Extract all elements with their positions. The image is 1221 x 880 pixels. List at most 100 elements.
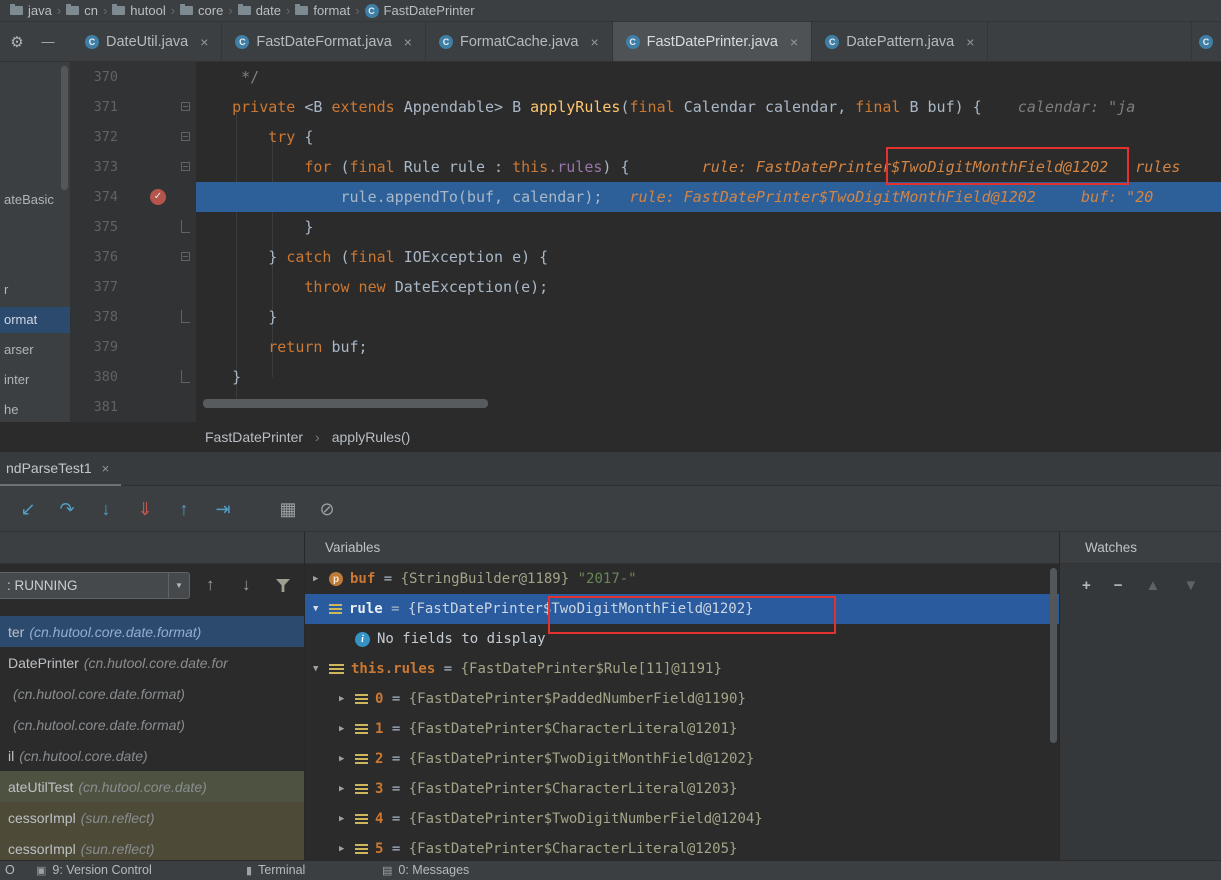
- variable-row[interactable]: ▶ 0 = {FastDatePrinter$PaddedNumberField@…: [305, 684, 1059, 714]
- remove-watch-icon[interactable]: −: [1114, 578, 1123, 594]
- step-over-icon[interactable]: ↷: [55, 497, 79, 521]
- fold-collapse-icon[interactable]: [181, 102, 190, 111]
- stack-frame-row[interactable]: DatePrinter (cn.hutool.core.date.for: [0, 647, 304, 678]
- stack-frame-row[interactable]: ter (cn.hutool.core.date.format): [0, 616, 304, 647]
- debug-session-tab[interactable]: ndParseTest1 ×: [0, 452, 122, 486]
- project-tree-item[interactable]: arser: [0, 337, 70, 363]
- gutter-area[interactable]: [118, 362, 196, 392]
- terminal-button[interactable]: ▮ Terminal: [246, 863, 305, 877]
- variable-row[interactable]: i No fields to display: [305, 624, 1059, 654]
- code-line[interactable]: 377 throw new DateException(e);: [70, 272, 1221, 302]
- fold-collapse-icon[interactable]: [181, 162, 190, 171]
- gutter-area[interactable]: [118, 62, 196, 92]
- gutter-area[interactable]: ✓: [118, 182, 196, 212]
- chevron-collapsed-icon[interactable]: ▶: [339, 844, 355, 854]
- gutter-area[interactable]: [118, 272, 196, 302]
- chevron-expanded-icon[interactable]: ▼: [313, 604, 329, 614]
- chevron-collapsed-icon[interactable]: ▶: [339, 694, 355, 704]
- chevron-expanded-icon[interactable]: ▼: [313, 664, 329, 674]
- code-line[interactable]: 375 }: [70, 212, 1221, 242]
- stack-frame-row[interactable]: cessorImpl (sun.reflect): [0, 833, 304, 860]
- editor-breadcrumb-item[interactable]: FastDatePrinter: [205, 429, 303, 445]
- gutter-area[interactable]: [118, 242, 196, 272]
- force-step-into-icon[interactable]: ⇓: [133, 497, 157, 521]
- project-tree-item[interactable]: inter: [0, 367, 70, 393]
- breadcrumb-item[interactable]: hutool: [110, 3, 167, 18]
- tab-close-icon[interactable]: ×: [966, 34, 974, 50]
- fold-collapse-icon[interactable]: [181, 252, 190, 261]
- editor-tab[interactable]: C FormatCache.java ×: [425, 22, 613, 61]
- step-out-icon[interactable]: ↑: [172, 497, 196, 521]
- gutter-area[interactable]: [118, 122, 196, 152]
- gutter-area[interactable]: [118, 92, 196, 122]
- project-tree-item[interactable]: r: [0, 277, 70, 303]
- breadcrumb-item[interactable]: format: [293, 3, 352, 18]
- code-line[interactable]: 376 } catch (final IOException e) {: [70, 242, 1221, 272]
- variable-row[interactable]: ▶ 5 = {FastDatePrinter$CharacterLiteral@1…: [305, 834, 1059, 860]
- tab-close-icon[interactable]: ×: [200, 34, 208, 50]
- project-scrollbar[interactable]: [61, 66, 68, 190]
- variable-row[interactable]: ▼ this.rules = {FastDatePrinter$Rule[11]@…: [305, 654, 1059, 684]
- gutter-area[interactable]: [118, 152, 196, 182]
- breadcrumb-item[interactable]: cn: [64, 3, 100, 18]
- tab-close-icon[interactable]: ×: [404, 34, 412, 50]
- chevron-collapsed-icon[interactable]: ▶: [339, 754, 355, 764]
- variable-row[interactable]: ▶ 2 = {FastDatePrinter$TwoDigitMonthField…: [305, 744, 1059, 774]
- chevron-collapsed-icon[interactable]: ▶: [313, 574, 329, 584]
- code-line[interactable]: 371 private <B extends Appendable> B app…: [70, 92, 1221, 122]
- code-line[interactable]: 370 */: [70, 62, 1221, 92]
- gutter-area[interactable]: [118, 212, 196, 242]
- tab-close-icon[interactable]: ×: [790, 34, 798, 50]
- stack-frame-row[interactable]: cessorImpl (sun.reflect): [0, 802, 304, 833]
- thread-dropdown[interactable]: : RUNNING ▼: [0, 572, 190, 599]
- code-line[interactable]: 373 for (final Rule rule : this.rules) {…: [70, 152, 1221, 182]
- breakpoint-icon[interactable]: ✓: [150, 189, 166, 205]
- editor-breadcrumb-item[interactable]: applyRules(): [332, 429, 411, 445]
- stack-frame-row[interactable]: il (cn.hutool.core.date): [0, 740, 304, 771]
- code-line[interactable]: 379 return buf;: [70, 332, 1221, 362]
- gutter-area[interactable]: [118, 302, 196, 332]
- code-line[interactable]: 372 try {: [70, 122, 1221, 152]
- gear-icon[interactable]: ⚙: [0, 22, 34, 61]
- variable-row[interactable]: ▶ 3 = {FastDatePrinter$CharacterLiteral@1…: [305, 774, 1059, 804]
- editor-tab-partial[interactable]: C: [1191, 22, 1221, 61]
- code-line[interactable]: 378 }: [70, 302, 1221, 332]
- gutter-area[interactable]: [118, 332, 196, 362]
- editor-tab[interactable]: C DatePattern.java ×: [812, 22, 989, 61]
- variables-scrollbar[interactable]: [1050, 568, 1057, 743]
- tab-close-icon[interactable]: ×: [590, 34, 598, 50]
- breadcrumb-item[interactable]: java: [8, 3, 54, 18]
- hide-frames-filter-icon[interactable]: [276, 579, 290, 592]
- messages-button[interactable]: ▤ 0: Messages: [382, 863, 469, 877]
- project-tree-item[interactable]: ateBasic: [0, 187, 70, 213]
- move-watch-down-icon[interactable]: ▼: [1183, 578, 1198, 594]
- chevron-collapsed-icon[interactable]: ▶: [339, 784, 355, 794]
- tab-close-icon[interactable]: ×: [102, 461, 110, 476]
- variable-row[interactable]: ▶ 1 = {FastDatePrinter$CharacterLiteral@1…: [305, 714, 1059, 744]
- breadcrumb-item[interactable]: core: [178, 3, 225, 18]
- breadcrumb-item[interactable]: date: [236, 3, 283, 18]
- stack-frame-row[interactable]: ateUtilTest (cn.hutool.core.date): [0, 771, 304, 802]
- next-frame-icon[interactable]: ↓: [242, 575, 251, 595]
- mute-breakpoints-icon[interactable]: ⊘: [315, 497, 339, 521]
- step-into-icon[interactable]: ↓: [94, 497, 118, 521]
- previous-frame-icon[interactable]: ↑: [206, 575, 215, 595]
- add-watch-icon[interactable]: +: [1082, 578, 1091, 594]
- chevron-collapsed-icon[interactable]: ▶: [339, 724, 355, 734]
- version-control-button[interactable]: ▣ 9: Version Control: [36, 863, 152, 877]
- variable-row[interactable]: ▼ rule = {FastDatePrinter$TwoDigitMonthFi…: [305, 594, 1059, 624]
- variable-row[interactable]: ▶ p buf = {StringBuilder@1189} "2017-": [305, 564, 1059, 594]
- show-execution-point-icon[interactable]: ↙: [16, 497, 40, 521]
- chevron-collapsed-icon[interactable]: ▶: [339, 814, 355, 824]
- stack-frame-row[interactable]: (cn.hutool.core.date.format): [0, 678, 304, 709]
- minimize-icon[interactable]: —: [34, 22, 62, 61]
- editor-tab[interactable]: C FastDatePrinter.java ×: [612, 22, 813, 61]
- editor-tab[interactable]: C DateUtil.java ×: [72, 22, 223, 61]
- run-to-cursor-icon[interactable]: ⇥: [211, 497, 235, 521]
- stack-frame-row[interactable]: (cn.hutool.core.date.format): [0, 709, 304, 740]
- editor-tab[interactable]: C FastDateFormat.java ×: [222, 22, 426, 61]
- move-watch-up-icon[interactable]: ▲: [1146, 578, 1161, 594]
- variable-row[interactable]: ▶ 4 = {FastDatePrinter$TwoDigitNumberFiel…: [305, 804, 1059, 834]
- breadcrumb-item[interactable]: C FastDatePrinter: [363, 3, 477, 18]
- gutter-area[interactable]: [118, 392, 196, 422]
